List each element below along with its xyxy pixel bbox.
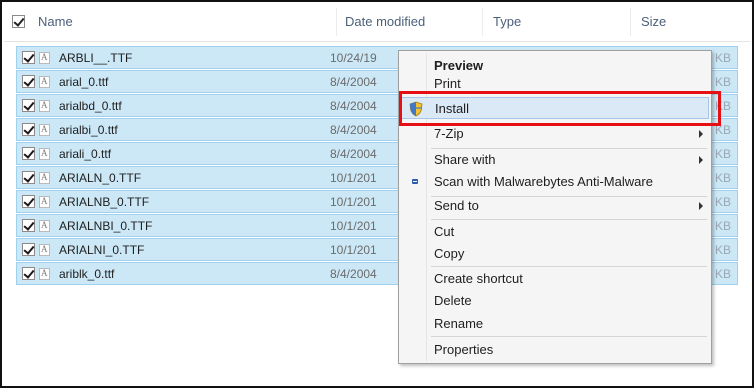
- file-date: 8/4/2004: [330, 99, 377, 113]
- menu-item-scan-malwarebytes[interactable]: Scan with Malwarebytes Anti-Malware: [401, 171, 709, 193]
- menu-item-copy[interactable]: Copy: [401, 243, 709, 265]
- file-name: arialbd_0.ttf: [59, 99, 122, 113]
- malwarebytes-icon: [407, 174, 423, 190]
- menu-item-cut[interactable]: Cut: [401, 221, 709, 243]
- file-size: KB: [715, 267, 732, 281]
- submenu-arrow-icon: [699, 130, 703, 138]
- menu-item-label: Properties: [434, 342, 494, 357]
- file-name: arialbi_0.ttf: [59, 123, 118, 137]
- file-name: ARIALNBI_0.TTF: [59, 219, 153, 233]
- menu-item-label: 7-Zip: [434, 126, 464, 141]
- row-checkbox[interactable]: [22, 123, 35, 136]
- file-size: KB: [715, 75, 732, 89]
- file-date: 8/4/2004: [330, 267, 377, 281]
- column-date-modified[interactable]: Date modified: [345, 14, 425, 29]
- file-size: KB: [715, 147, 732, 161]
- menu-item-label: Share with: [434, 152, 496, 167]
- menu-item-properties[interactable]: Properties: [401, 339, 709, 361]
- menu-item-7zip[interactable]: 7-Zip: [401, 123, 709, 145]
- menu-item-create-shortcut[interactable]: Create shortcut: [401, 268, 709, 290]
- menu-item-label: Cut: [434, 224, 455, 239]
- submenu-arrow-icon: [699, 202, 703, 210]
- file-date: 10/1/201: [330, 243, 377, 257]
- column-divider[interactable]: [482, 8, 483, 36]
- column-name[interactable]: Name: [38, 14, 73, 29]
- menu-item-delete[interactable]: Delete: [401, 290, 709, 312]
- file-date: 10/24/19: [330, 51, 377, 65]
- font-file-icon: [39, 100, 50, 112]
- column-divider[interactable]: [336, 8, 337, 36]
- menu-item-label: Create shortcut: [434, 271, 523, 286]
- install-highlight-box: [399, 91, 721, 126]
- menu-item-rename[interactable]: Rename: [401, 313, 709, 335]
- font-file-icon: [39, 268, 50, 280]
- file-date: 8/4/2004: [330, 123, 377, 137]
- font-file-icon: [39, 172, 50, 184]
- file-date: 8/4/2004: [330, 147, 377, 161]
- menu-separator: [431, 266, 707, 267]
- file-size: KB: [715, 51, 732, 65]
- menu-item-send-to[interactable]: Send to: [401, 195, 709, 217]
- font-file-icon: [39, 52, 50, 64]
- file-name: ariali_0.ttf: [59, 147, 112, 161]
- file-name: ARIALNB_0.TTF: [59, 195, 150, 209]
- menu-item-label: Copy: [434, 246, 465, 261]
- column-size[interactable]: Size: [641, 14, 666, 29]
- menu-item-label: Rename: [434, 316, 484, 331]
- column-header: Name Date modified Type Size: [4, 4, 750, 42]
- menu-separator: [431, 219, 707, 220]
- file-date: 10/1/201: [330, 219, 377, 233]
- file-date: 8/4/2004: [330, 75, 377, 89]
- font-file-icon: [39, 220, 50, 232]
- file-size: KB: [715, 195, 732, 209]
- menu-item-share-with[interactable]: Share with: [401, 149, 709, 171]
- file-size: KB: [715, 171, 732, 185]
- file-name: ARIALN_0.TTF: [59, 171, 142, 185]
- font-file-icon: [39, 148, 50, 160]
- row-checkbox[interactable]: [22, 171, 35, 184]
- row-checkbox[interactable]: [22, 219, 35, 232]
- font-file-icon: [39, 124, 50, 136]
- file-name: ariblk_0.ttf: [59, 267, 115, 281]
- menu-separator: [431, 336, 707, 337]
- file-date: 10/1/201: [330, 171, 377, 185]
- menu-item-label: Delete: [434, 293, 472, 308]
- row-checkbox[interactable]: [22, 99, 35, 112]
- font-file-icon: [39, 244, 50, 256]
- row-checkbox[interactable]: [22, 195, 35, 208]
- column-divider[interactable]: [630, 8, 631, 36]
- select-all-checkbox[interactable]: [12, 15, 25, 28]
- submenu-arrow-icon: [699, 156, 703, 164]
- file-size: KB: [715, 219, 732, 233]
- menu-item-label: Scan with Malwarebytes Anti-Malware: [434, 174, 653, 189]
- file-name: ARIALNI_0.TTF: [59, 243, 145, 257]
- explorer-window: Name Date modified Type Size ARBLI__.TTF…: [0, 0, 754, 388]
- menu-item-print[interactable]: Print: [401, 73, 709, 89]
- menu-item-label: Send to: [434, 198, 479, 213]
- row-checkbox[interactable]: [22, 243, 35, 256]
- menu-item-label: Print: [434, 76, 461, 89]
- font-file-icon: [39, 196, 50, 208]
- row-checkbox[interactable]: [22, 51, 35, 64]
- file-date: 10/1/201: [330, 195, 377, 209]
- row-checkbox[interactable]: [22, 75, 35, 88]
- row-checkbox[interactable]: [22, 147, 35, 160]
- menu-item-label: Preview: [434, 58, 484, 73]
- file-name: arial_0.ttf: [59, 75, 109, 89]
- column-type[interactable]: Type: [493, 14, 521, 29]
- file-name: ARBLI__.TTF: [59, 51, 133, 65]
- file-size: KB: [715, 243, 732, 257]
- row-checkbox[interactable]: [22, 267, 35, 280]
- font-file-icon: [39, 76, 50, 88]
